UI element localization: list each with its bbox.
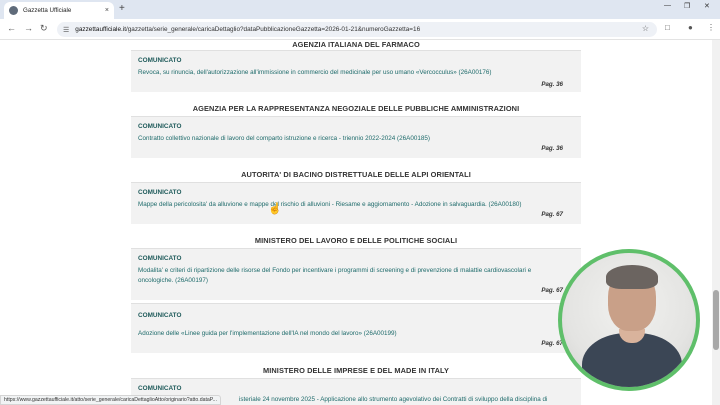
back-icon[interactable]: ← [7,23,16,33]
site-info-icon[interactable]: ☰ [63,26,69,34]
menu-icon[interactable]: ⋮ [707,23,715,32]
entry-page: Pag. 67 [541,211,563,218]
hand-cursor-icon: ☝ [268,203,282,215]
list-item: COMUNICATO Adozione delle «Linee guida p… [131,303,581,353]
section-title-bacino: AUTORITA' DI BACINO DISTRETTUALE DELLE A… [241,170,471,179]
entry-page: Pag. 36 [541,81,563,88]
tab-gazzetta-ufficiale[interactable]: Gazzetta Ufficiale × [4,2,114,19]
entry-link[interactable]: Modalita' e criteri di ripartizione dell… [138,266,558,286]
entry-kind: COMUNICATO [138,255,182,262]
restore-icon[interactable]: ❐ [684,2,690,10]
section-title-lavoro: MINISTERO DEL LAVORO E DELLE POLITICHE S… [254,236,458,245]
forward-icon[interactable]: → [24,23,33,33]
entry-kind: COMUNICATO [138,57,182,64]
entry-kind: COMUNICATO [138,189,182,196]
minimize-icon[interactable]: — [664,2,671,9]
reload-icon[interactable]: ↻ [40,23,48,34]
tab-strip: Gazzetta Ufficiale × + — ❐ ✕ [0,0,720,19]
bookmark-star-icon[interactable]: ☆ [642,24,649,33]
site-favicon-icon [9,6,18,15]
scrollbar-thumb[interactable] [713,290,719,350]
window-close-icon[interactable]: ✕ [704,2,710,10]
new-tab-icon[interactable]: + [119,3,125,14]
section-title-imprese: MINISTERO DELLE IMPRESE E DEL MADE IN IT… [262,366,450,375]
webcam-overlay [558,249,700,391]
tab-title: Gazzetta Ufficiale [23,7,72,14]
entry-link[interactable]: Contratto collettivo nazionale di lavoro… [138,134,558,144]
entry-kind: COMUNICATO [138,312,182,319]
section-title-aran: AGENZIA PER LA RAPPRESENTANZA NEGOZIALE … [192,104,520,113]
page-scrollbar[interactable] [712,40,720,405]
address-bar[interactable]: ☰ gazzettaufficiale.it/gazzetta/serie_ge… [57,22,657,37]
url-host: gazzettaufficiale.it [75,26,126,33]
entry-kind: COMUNICATO [138,123,182,130]
url-text: gazzettaufficiale.it/gazzetta/serie_gene… [75,26,420,33]
profile-icon[interactable]: ● [688,23,693,32]
entry-kind: COMUNICATO [138,385,182,392]
entry-page: Pag. 67 [541,287,563,294]
entry-link[interactable]: Mappe della pericolosita' da alluvione e… [138,200,558,210]
presenter-hair [606,265,658,289]
extensions-icon[interactable]: □ [665,23,670,32]
entry-link[interactable]: Adozione delle «Linee guida per l'implem… [138,329,558,339]
section-title-aifa: AGENZIA ITALIANA DEL FARMACO [292,40,420,49]
tab-close-icon[interactable]: × [105,7,109,14]
entry-link[interactable]: isteriale 24 novembre 2025 - Applicazion… [239,395,569,405]
entry-link[interactable]: Revoca, su rinuncia, dell'autorizzazione… [138,68,558,78]
link-status-url: https://www.gazzettaufficiale.it/atto/se… [0,395,221,405]
entry-page: Pag. 67 [541,340,563,347]
list-item: COMUNICATO Revoca, su rinuncia, dell'aut… [131,50,581,92]
list-item: COMUNICATO Contratto collettivo nazional… [131,116,581,158]
list-item: COMUNICATO Mappe della pericolosita' da … [131,182,581,224]
url-path: /gazzetta/serie_generale/caricaDettaglio… [125,26,421,33]
browser-toolbar: ← → ↻ ☰ gazzettaufficiale.it/gazzetta/se… [0,19,720,40]
entry-page: Pag. 36 [541,145,563,152]
list-item: COMUNICATO Modalita' e criteri di ripart… [131,248,581,300]
